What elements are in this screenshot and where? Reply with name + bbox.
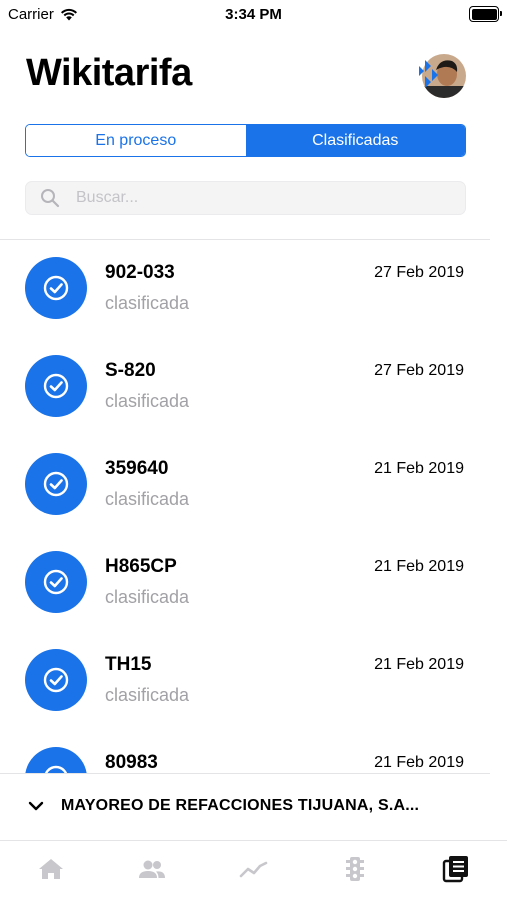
segment-en-proceso[interactable]: En proceso bbox=[26, 125, 246, 156]
list-item[interactable]: 80983clasificada21 Feb 2019 bbox=[0, 730, 507, 773]
list-item[interactable]: TH15 clasificada 21 Feb 2019 bbox=[0, 632, 507, 730]
check-circle-icon bbox=[25, 355, 87, 417]
tab-documents[interactable] bbox=[406, 841, 507, 900]
item-status: clasificada bbox=[105, 293, 190, 313]
item-date: 27 Feb 2019 bbox=[374, 362, 464, 379]
item-date: 21 Feb 2019 bbox=[374, 656, 464, 673]
segmented-control: En proceso Clasificadas bbox=[25, 124, 466, 157]
home-icon bbox=[38, 858, 63, 879]
item-status: clasificada bbox=[105, 489, 190, 509]
item-code: 359640 bbox=[105, 458, 169, 479]
trend-line-icon bbox=[239, 861, 267, 877]
traffic-light-icon bbox=[345, 856, 364, 881]
item-code: H865CP bbox=[105, 556, 177, 577]
company-selector[interactable]: MAYOREO DE REFACCIONES TIJUANA, S.A... bbox=[0, 773, 507, 839]
check-circle-icon bbox=[25, 747, 87, 773]
clock: 3:34 PM bbox=[225, 6, 282, 23]
item-status: clasificada bbox=[105, 391, 190, 411]
search-bar[interactable] bbox=[25, 181, 466, 215]
item-date: 21 Feb 2019 bbox=[374, 558, 464, 575]
item-code: S-820 bbox=[105, 360, 156, 381]
search-input[interactable] bbox=[76, 189, 436, 207]
item-status: clasificada bbox=[105, 587, 190, 607]
check-circle-icon bbox=[25, 649, 87, 711]
check-circle-icon bbox=[25, 257, 87, 319]
list-item[interactable]: H865CP clasificada 21 Feb 2019 bbox=[0, 534, 507, 632]
segment-clasificadas[interactable]: Clasificadas bbox=[245, 125, 465, 156]
page-title: Wikitarifa bbox=[26, 52, 192, 94]
item-list: 902-033 clasificada 27 Feb 2019 S-820 clasif… bbox=[0, 240, 507, 773]
item-date: 27 Feb 2019 bbox=[374, 264, 464, 281]
check-circle-icon bbox=[25, 551, 87, 613]
check-circle-icon bbox=[25, 453, 87, 515]
list-item[interactable]: 902-033 clasificada 27 Feb 2019 bbox=[0, 240, 507, 338]
list-item[interactable]: S-820 clasificada 27 Feb 2019 bbox=[0, 338, 507, 436]
item-date: 21 Feb 2019 bbox=[374, 460, 464, 477]
battery-icon bbox=[469, 6, 502, 22]
item-status: clasificada bbox=[105, 685, 190, 705]
tab-bar bbox=[0, 840, 507, 900]
item-date: 21 Feb 2019 bbox=[374, 754, 464, 771]
documents-icon bbox=[443, 855, 469, 882]
item-code: 902-033 bbox=[105, 262, 175, 283]
tab-traffic[interactable] bbox=[304, 841, 405, 900]
list-item[interactable]: 359640 clasificada 21 Feb 2019 bbox=[0, 436, 507, 534]
item-code: 80983 bbox=[105, 752, 158, 773]
company-name: MAYOREO DE REFACCIONES TIJUANA, S.A... bbox=[61, 797, 420, 814]
item-code: TH15 bbox=[105, 654, 152, 675]
status-bar: Carrier 3:34 PM bbox=[0, 0, 507, 30]
tab-users[interactable] bbox=[101, 841, 202, 900]
chevron-down-icon bbox=[28, 801, 44, 811]
users-icon bbox=[139, 860, 166, 878]
tab-trends[interactable] bbox=[203, 841, 304, 900]
search-icon bbox=[41, 189, 60, 208]
user-avatar[interactable] bbox=[418, 52, 466, 100]
tab-home[interactable] bbox=[0, 841, 101, 900]
